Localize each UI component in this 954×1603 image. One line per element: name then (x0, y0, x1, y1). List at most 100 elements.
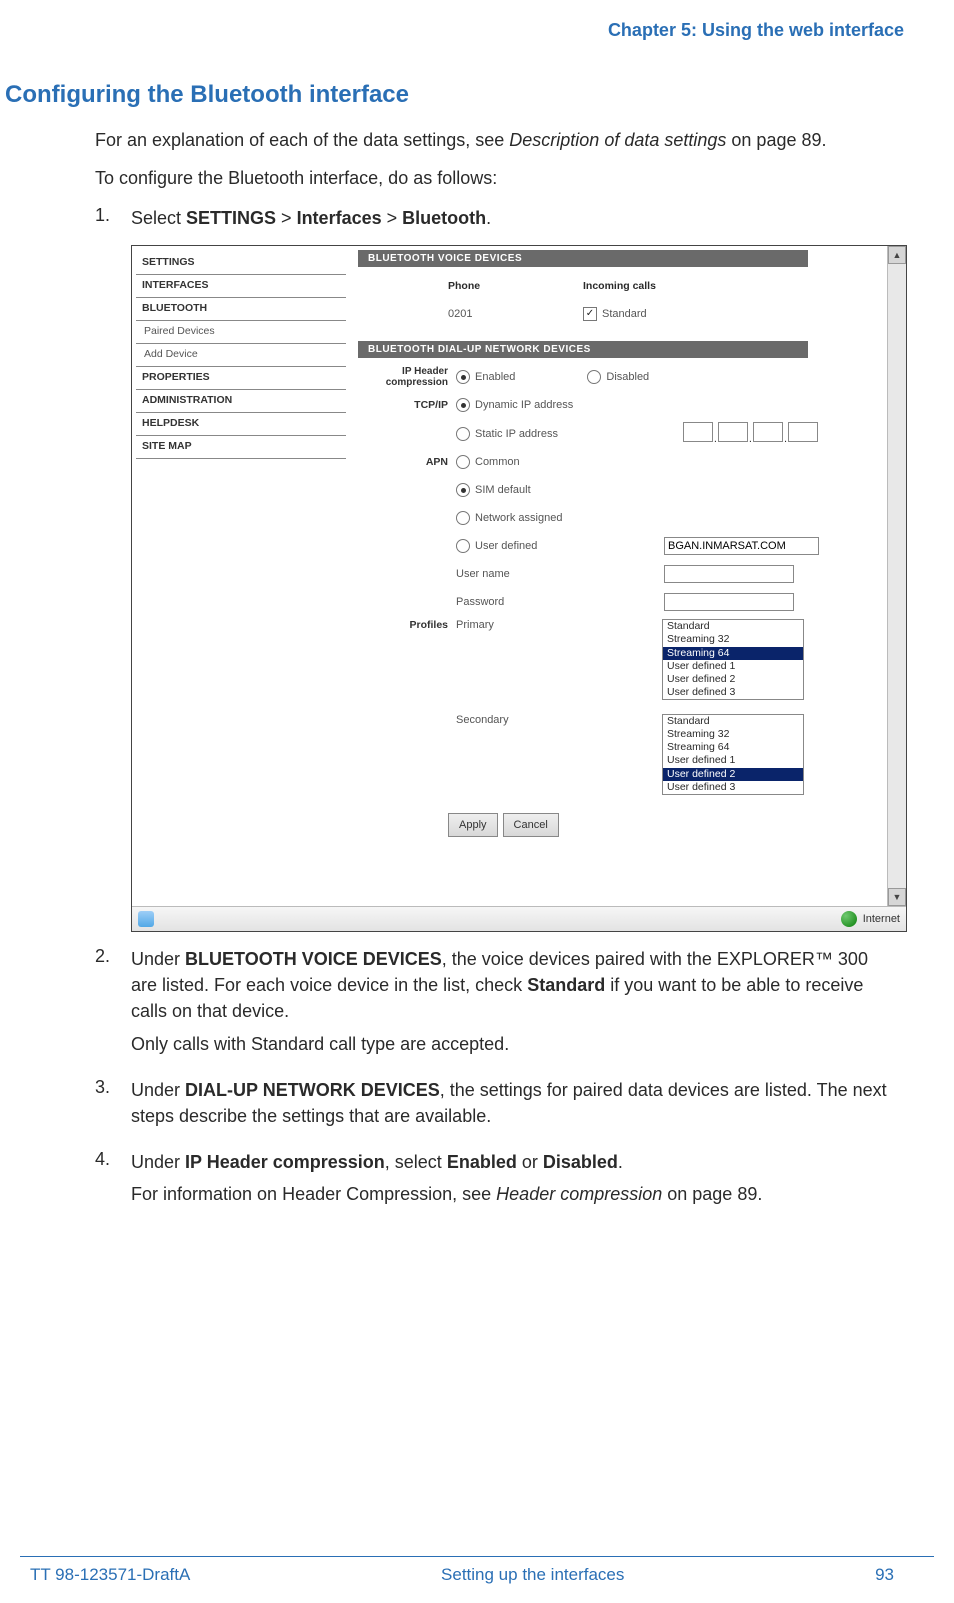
ref-desc-data-settings: Description of data settings (509, 130, 726, 150)
step-2: 2. Under BLUETOOTH VOICE DEVICES, the vo… (95, 946, 924, 1062)
username-label: User name (456, 568, 566, 580)
ip-header-enabled-radio[interactable] (456, 370, 470, 384)
list-item[interactable]: Standard (663, 620, 803, 633)
text: Under (131, 1080, 185, 1100)
dialup-devices-header: BLUETOOTH DIAL-UP NETWORK DEVICES (358, 341, 808, 358)
username-input[interactable] (664, 565, 794, 583)
list-item[interactable]: User defined 1 (663, 754, 803, 767)
intro-line-1: For an explanation of each of the data s… (95, 127, 894, 153)
footer-page-number: 93 (875, 1565, 894, 1585)
list-item[interactable]: Streaming 64 (663, 647, 803, 660)
standard-checkbox-label: Standard (602, 308, 647, 320)
text: on page 89. (726, 130, 826, 150)
list-item[interactable]: Streaming 64 (663, 741, 803, 754)
static-ip-field[interactable]: ... (682, 422, 819, 445)
footer-doc-id: TT 98-123571-DraftA (30, 1565, 190, 1585)
text: , select (385, 1152, 447, 1172)
step-number: 3. (95, 1077, 131, 1135)
screenshot-frame: SETTINGSINTERFACESBLUETOOTHPaired Device… (131, 245, 907, 932)
step-number: 2. (95, 946, 131, 1062)
password-label: Password (456, 596, 566, 608)
page-footer: TT 98-123571-DraftA Setting up the inter… (20, 1556, 934, 1585)
voice-devices-header: BLUETOOTH VOICE DEVICES (358, 250, 808, 267)
sidebar-item[interactable]: SETTINGS (136, 252, 346, 275)
list-item[interactable]: User defined 3 (663, 686, 803, 699)
scroll-down-arrow-icon[interactable]: ▼ (888, 888, 906, 906)
list-item[interactable]: Standard (663, 715, 803, 728)
text: on page 89. (662, 1184, 762, 1204)
step-number: 1. (95, 205, 131, 237)
sidebar-item[interactable]: INTERFACES (136, 275, 346, 298)
tcpip-static-radio[interactable] (456, 427, 470, 441)
radio-label: Dynamic IP address (475, 399, 573, 411)
radio-label: Disabled (606, 371, 649, 383)
list-item[interactable]: Streaming 32 (663, 633, 803, 646)
radio-label: Network assigned (475, 512, 562, 524)
radio-label: Static IP address (475, 428, 558, 440)
ip-header-disabled-radio[interactable] (587, 370, 601, 384)
tcpip-dynamic-radio[interactable] (456, 398, 470, 412)
text: For information on Header Compression, s… (131, 1184, 496, 1204)
col-phone: Phone (448, 280, 583, 292)
check-icon: ✓ (586, 309, 594, 319)
list-item[interactable]: User defined 3 (663, 781, 803, 794)
screenshot-main: BLUETOOTH VOICE DEVICES Phone Incoming c… (350, 246, 887, 906)
list-item[interactable]: User defined 2 (663, 673, 803, 686)
ip-header-label: IP Headercompression (358, 366, 456, 388)
tcpip-label: TCP/IP (358, 399, 456, 411)
col-incoming: Incoming calls (583, 280, 656, 292)
sidebar-item[interactable]: PROPERTIES (136, 367, 346, 390)
intro-line-2: To configure the Bluetooth interface, do… (95, 165, 894, 191)
step-3: 3. Under DIAL-UP NETWORK DEVICES, the se… (95, 1077, 924, 1135)
radio-label: User defined (475, 540, 537, 552)
apn-user-radio[interactable] (456, 539, 470, 553)
text: Under (131, 949, 185, 969)
ref-ip-header: IP Header compression (185, 1152, 385, 1172)
internet-zone-label: Internet (863, 913, 900, 925)
text: Only calls with Standard call type are a… (131, 1031, 894, 1057)
apn-sim-radio[interactable] (456, 483, 470, 497)
apn-common-radio[interactable] (456, 455, 470, 469)
cancel-button[interactable]: Cancel (503, 813, 559, 837)
sidebar-item[interactable]: HELPDESK (136, 413, 346, 436)
ref-standard: Standard (527, 975, 605, 995)
list-item[interactable]: User defined 2 (663, 768, 803, 781)
list-item[interactable]: User defined 1 (663, 660, 803, 673)
sidebar-item[interactable]: Paired Devices (136, 321, 346, 344)
page-icon (138, 911, 154, 927)
vertical-scrollbar[interactable]: ▲ ▼ (887, 246, 906, 906)
list-item[interactable]: Streaming 32 (663, 728, 803, 741)
step-4: 4. Under IP Header compression, select E… (95, 1149, 924, 1213)
section-title: Configuring the Bluetooth interface (5, 81, 924, 109)
primary-profiles-listbox[interactable]: StandardStreaming 32Streaming 64User def… (662, 619, 804, 700)
sidebar-item[interactable]: BLUETOOTH (136, 298, 346, 321)
text: or (517, 1152, 543, 1172)
apply-button[interactable]: Apply (448, 813, 498, 837)
internet-zone-icon (841, 911, 857, 927)
footer-section: Setting up the interfaces (190, 1565, 875, 1585)
secondary-profiles-listbox[interactable]: StandardStreaming 32Streaming 64User def… (662, 714, 804, 795)
text: Under (131, 1152, 185, 1172)
primary-label: Primary (456, 619, 566, 631)
page-header: Chapter 5: Using the web interface (0, 0, 954, 51)
text: . (618, 1152, 623, 1172)
profiles-label: Profiles (358, 619, 456, 631)
step-number: 4. (95, 1149, 131, 1213)
phone-value: 0201 (448, 308, 583, 320)
radio-label: Common (475, 456, 520, 468)
apn-network-radio[interactable] (456, 511, 470, 525)
status-bar: Internet (132, 906, 906, 931)
step-1: 1. Select SETTINGS > Interfaces > Blueto… (95, 205, 924, 237)
sidebar-item[interactable]: ADMINISTRATION (136, 390, 346, 413)
path-interfaces: Interfaces (297, 208, 382, 228)
standard-checkbox[interactable]: ✓ (583, 307, 597, 321)
apn-user-defined-input[interactable] (664, 537, 819, 555)
scroll-up-arrow-icon[interactable]: ▲ (888, 246, 906, 264)
password-input[interactable] (664, 593, 794, 611)
path-bluetooth: Bluetooth (402, 208, 486, 228)
sidebar-item[interactable]: Add Device (136, 344, 346, 367)
ref-disabled: Disabled (543, 1152, 618, 1172)
ref-bluetooth-voice: BLUETOOTH VOICE DEVICES (185, 949, 442, 969)
sidebar-item[interactable]: SITE MAP (136, 436, 346, 459)
ref-enabled: Enabled (447, 1152, 517, 1172)
